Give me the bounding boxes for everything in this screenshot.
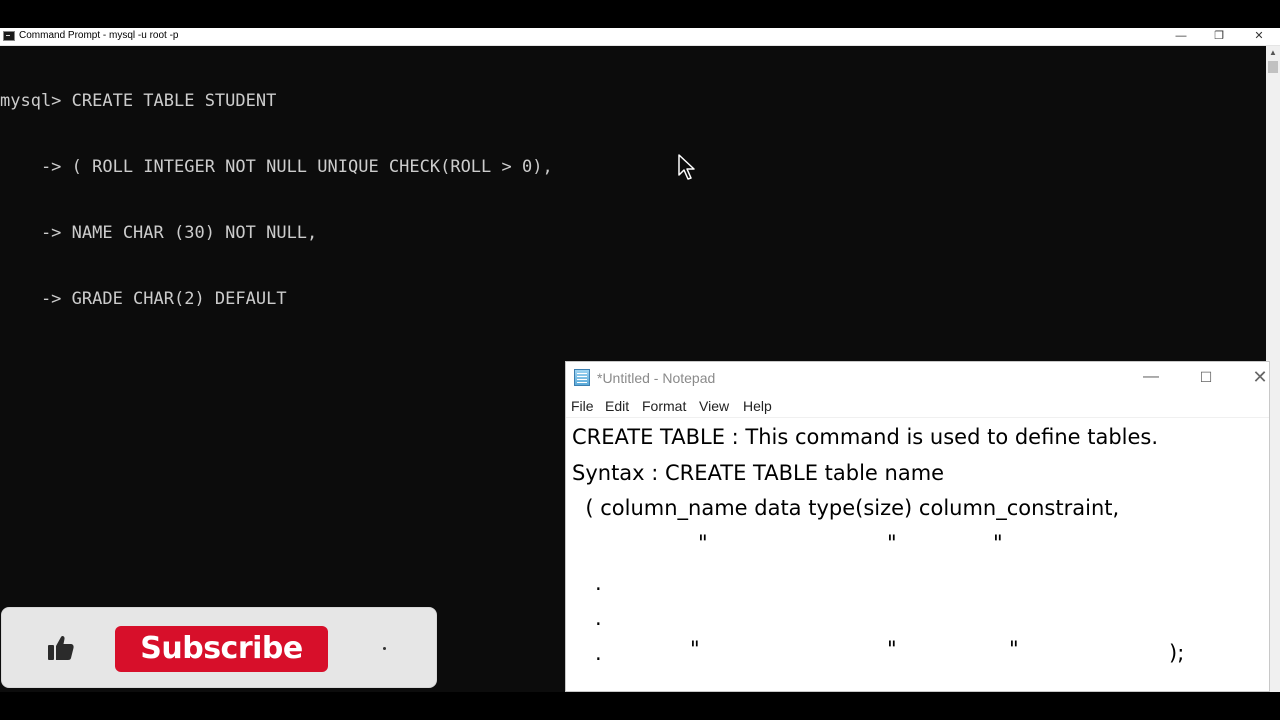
cmd-minimize-button[interactable]: — — [1163, 28, 1199, 45]
subscribe-button[interactable]: Subscribe — [115, 626, 328, 672]
ditto-mark: " — [993, 531, 1003, 555]
letterbox-top — [0, 0, 1280, 28]
cmd-line: -> NAME CHAR (30) NOT NULL, — [0, 223, 318, 243]
cmd-titlebar[interactable]: Command Prompt - mysql -u root -p — ❐ ✕ — [0, 28, 1280, 46]
bell-icon[interactable] — [383, 647, 386, 650]
subscribe-overlay: Subscribe — [1, 607, 437, 688]
menu-help[interactable]: Help — [743, 398, 772, 414]
letterbox-bottom — [0, 692, 1280, 720]
menu-view[interactable]: View — [699, 398, 729, 414]
ditto-mark: " — [887, 637, 897, 661]
continuation-dot: . — [595, 606, 602, 630]
notepad-window-title: *Untitled - Notepad — [597, 370, 716, 386]
ditto-mark: " — [887, 531, 897, 555]
notepad-close-button[interactable]: ✕ — [1237, 362, 1280, 394]
notepad-menubar: File Edit Format View Help — [566, 395, 1269, 418]
scroll-thumb[interactable] — [1268, 61, 1278, 73]
menu-format[interactable]: Format — [642, 398, 686, 414]
notepad-text-line: Syntax : CREATE TABLE table name — [572, 461, 945, 485]
notepad-titlebar[interactable]: *Untitled - Notepad — ☐ ✕ — [566, 362, 1269, 394]
ditto-mark: " — [698, 531, 708, 555]
cmd-output[interactable]: mysql> CREATE TABLE STUDENT -> ( ROLL IN… — [0, 46, 1260, 354]
continuation-dot: . — [595, 641, 602, 665]
cmd-line: -> ( ROLL INTEGER NOT NULL UNIQUE CHECK(… — [0, 157, 553, 177]
cmd-line: -> GRADE CHAR(2) DEFAULT — [0, 289, 287, 309]
continuation-dot: . — [595, 571, 602, 595]
notepad-minimize-button[interactable]: — — [1128, 362, 1174, 394]
cmd-app-icon — [3, 31, 15, 41]
notepad-window[interactable]: *Untitled - Notepad — ☐ ✕ File Edit Form… — [565, 361, 1270, 692]
ditto-mark: " — [690, 637, 700, 661]
notepad-app-icon — [574, 369, 590, 386]
scroll-up-arrow-icon[interactable]: ▲ — [1266, 46, 1280, 60]
thumbs-up-icon[interactable] — [46, 633, 76, 663]
notepad-text-area[interactable]: CREATE TABLE : This command is used to d… — [566, 419, 1269, 691]
notepad-text-line: CREATE TABLE : This command is used to d… — [572, 425, 1159, 449]
cmd-restore-button[interactable]: ❐ — [1201, 28, 1237, 45]
menu-file[interactable]: File — [571, 398, 594, 414]
cmd-window-title: Command Prompt - mysql -u root -p — [19, 30, 179, 41]
notepad-maximize-button[interactable]: ☐ — [1183, 362, 1229, 394]
menu-edit[interactable]: Edit — [605, 398, 629, 414]
cmd-line: mysql> CREATE TABLE STUDENT — [0, 91, 277, 111]
mouse-pointer-icon — [678, 154, 695, 180]
ditto-mark: " — [1009, 637, 1019, 661]
notepad-text-line: ( column_name data type(size) column_con… — [572, 496, 1120, 520]
cmd-close-button[interactable]: ✕ — [1241, 28, 1277, 45]
statement-terminator: ); — [1169, 641, 1185, 665]
